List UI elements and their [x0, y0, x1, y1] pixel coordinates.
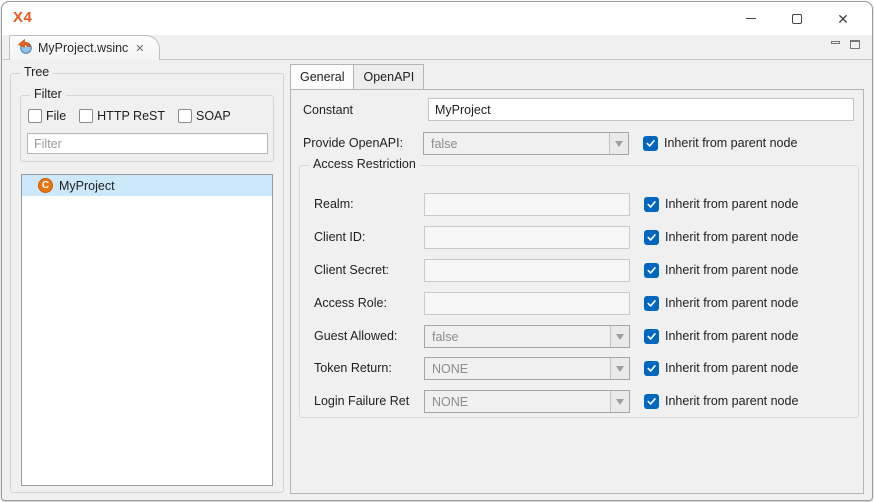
inherit-label: Inherit from parent node	[665, 296, 798, 310]
content-area: Tree Filter File HTTP ReST SOAP	[2, 61, 872, 500]
client-id-label: Client ID:	[314, 226, 365, 248]
editor-tab-label: MyProject.wsinc	[38, 41, 128, 55]
chevron-down-icon	[610, 358, 629, 379]
realm-inherit: Inherit from parent node	[644, 193, 798, 215]
filter-checkbox-http-rest[interactable]: HTTP ReST	[79, 109, 165, 123]
constant-label: Constant	[303, 99, 353, 121]
provide-openapi-label: Provide OpenAPI:	[303, 132, 403, 154]
view-maximize-icon[interactable]	[850, 40, 860, 49]
checkbox-unchecked-icon	[79, 109, 93, 123]
checkbox-checked-icon[interactable]	[644, 230, 659, 245]
maximize-icon	[792, 14, 802, 24]
filter-group: Filter File HTTP ReST SOAP	[20, 95, 274, 162]
constant-node-icon: C	[38, 178, 53, 193]
window-maximize-button[interactable]	[774, 2, 820, 35]
realm-input[interactable]	[424, 193, 630, 216]
login-failure-ret-inherit: Inherit from parent node	[644, 390, 798, 412]
application-window: X4 ✕ MyProject.wsinc ✕	[1, 1, 873, 501]
view-buttons	[831, 40, 860, 49]
close-icon: ✕	[837, 12, 849, 26]
minimize-icon	[746, 18, 756, 19]
chevron-down-icon	[609, 133, 628, 154]
inherit-label: Inherit from parent node	[665, 394, 798, 408]
token-return-dropdown[interactable]: NONE	[424, 357, 630, 380]
x4-logo: X4	[13, 9, 32, 26]
tree-item-myproject[interactable]: C MyProject	[22, 175, 272, 196]
filter-checkbox-http-rest-label: HTTP ReST	[97, 109, 165, 123]
login-failure-ret-label: Login Failure Ret	[314, 390, 409, 412]
inherit-label: Inherit from parent node	[665, 263, 798, 277]
login-failure-ret-value: NONE	[425, 395, 610, 409]
checkbox-checked-icon[interactable]	[644, 263, 659, 278]
access-role-inherit: Inherit from parent node	[644, 292, 798, 314]
provide-openapi-dropdown[interactable]: false	[423, 132, 629, 155]
filter-checkboxes: File HTTP ReST SOAP	[28, 109, 231, 123]
filter-input[interactable]	[27, 133, 268, 154]
checkbox-checked-icon[interactable]	[644, 329, 659, 344]
access-restriction-label: Access Restriction	[309, 157, 420, 171]
filter-checkbox-soap[interactable]: SOAP	[178, 109, 231, 123]
token-return-inherit: Inherit from parent node	[644, 357, 798, 379]
tab-general[interactable]: General	[290, 64, 354, 89]
filter-checkbox-file-label: File	[46, 109, 66, 123]
tab-close-icon[interactable]: ✕	[135, 42, 144, 55]
client-secret-inherit: Inherit from parent node	[644, 259, 798, 281]
guest-allowed-dropdown[interactable]: false	[424, 325, 630, 348]
inherit-label: Inherit from parent node	[664, 136, 797, 150]
access-role-label: Access Role:	[314, 292, 387, 314]
token-return-label: Token Return:	[314, 357, 392, 379]
checkbox-checked-icon[interactable]	[644, 197, 659, 212]
filter-checkbox-file[interactable]: File	[28, 109, 66, 123]
filter-checkbox-soap-label: SOAP	[196, 109, 231, 123]
guest-allowed-inherit: Inherit from parent node	[644, 325, 798, 347]
tree-group-label: Tree	[20, 65, 53, 79]
general-tab-content: Constant Provide OpenAPI: false Inherit …	[290, 89, 864, 494]
inherit-label: Inherit from parent node	[665, 230, 798, 244]
access-role-input[interactable]	[424, 292, 630, 315]
checkbox-checked-icon[interactable]	[644, 361, 659, 376]
client-id-inherit: Inherit from parent node	[644, 226, 798, 248]
provide-openapi-inherit: Inherit from parent node	[643, 132, 797, 154]
provide-openapi-value: false	[424, 137, 609, 151]
title-bar: X4 ✕	[2, 2, 872, 35]
filter-group-label: Filter	[30, 87, 66, 101]
tree-group: Tree Filter File HTTP ReST SOAP	[10, 73, 284, 493]
checkbox-unchecked-icon	[178, 109, 192, 123]
client-secret-label: Client Secret:	[314, 259, 389, 281]
wsinc-file-icon	[17, 38, 33, 59]
checkbox-checked-icon[interactable]	[643, 136, 658, 151]
view-minimize-icon[interactable]	[831, 41, 840, 44]
client-secret-input[interactable]	[424, 259, 630, 282]
guest-allowed-value: false	[425, 330, 610, 344]
chevron-down-icon	[610, 326, 629, 347]
checkbox-unchecked-icon	[28, 109, 42, 123]
window-close-button[interactable]: ✕	[820, 2, 866, 35]
tree-item-label: MyProject	[59, 179, 115, 193]
chevron-down-icon	[610, 391, 629, 412]
token-return-value: NONE	[425, 362, 610, 376]
tab-openapi[interactable]: OpenAPI	[354, 64, 424, 89]
client-id-input[interactable]	[424, 226, 630, 249]
inherit-label: Inherit from parent node	[665, 197, 798, 211]
editor-tab-myproject-wsinc[interactable]: MyProject.wsinc ✕	[9, 35, 160, 60]
inherit-label: Inherit from parent node	[665, 361, 798, 375]
checkbox-checked-icon[interactable]	[644, 296, 659, 311]
constant-input[interactable]	[428, 98, 854, 121]
properties-panel: General OpenAPI Constant Provide OpenAPI…	[290, 64, 864, 494]
guest-allowed-label: Guest Allowed:	[314, 325, 397, 347]
checkbox-checked-icon[interactable]	[644, 394, 659, 409]
window-controls: ✕	[728, 2, 866, 35]
editor-tab-bar: MyProject.wsinc ✕	[2, 35, 872, 60]
access-restriction-group: Access Restriction Realm: Inherit from p…	[299, 165, 859, 418]
project-tree[interactable]: C MyProject	[21, 174, 273, 486]
window-minimize-button[interactable]	[728, 2, 774, 35]
login-failure-ret-dropdown[interactable]: NONE	[424, 390, 630, 413]
inherit-label: Inherit from parent node	[665, 329, 798, 343]
properties-tabs: General OpenAPI	[290, 64, 864, 89]
realm-label: Realm:	[314, 193, 354, 215]
